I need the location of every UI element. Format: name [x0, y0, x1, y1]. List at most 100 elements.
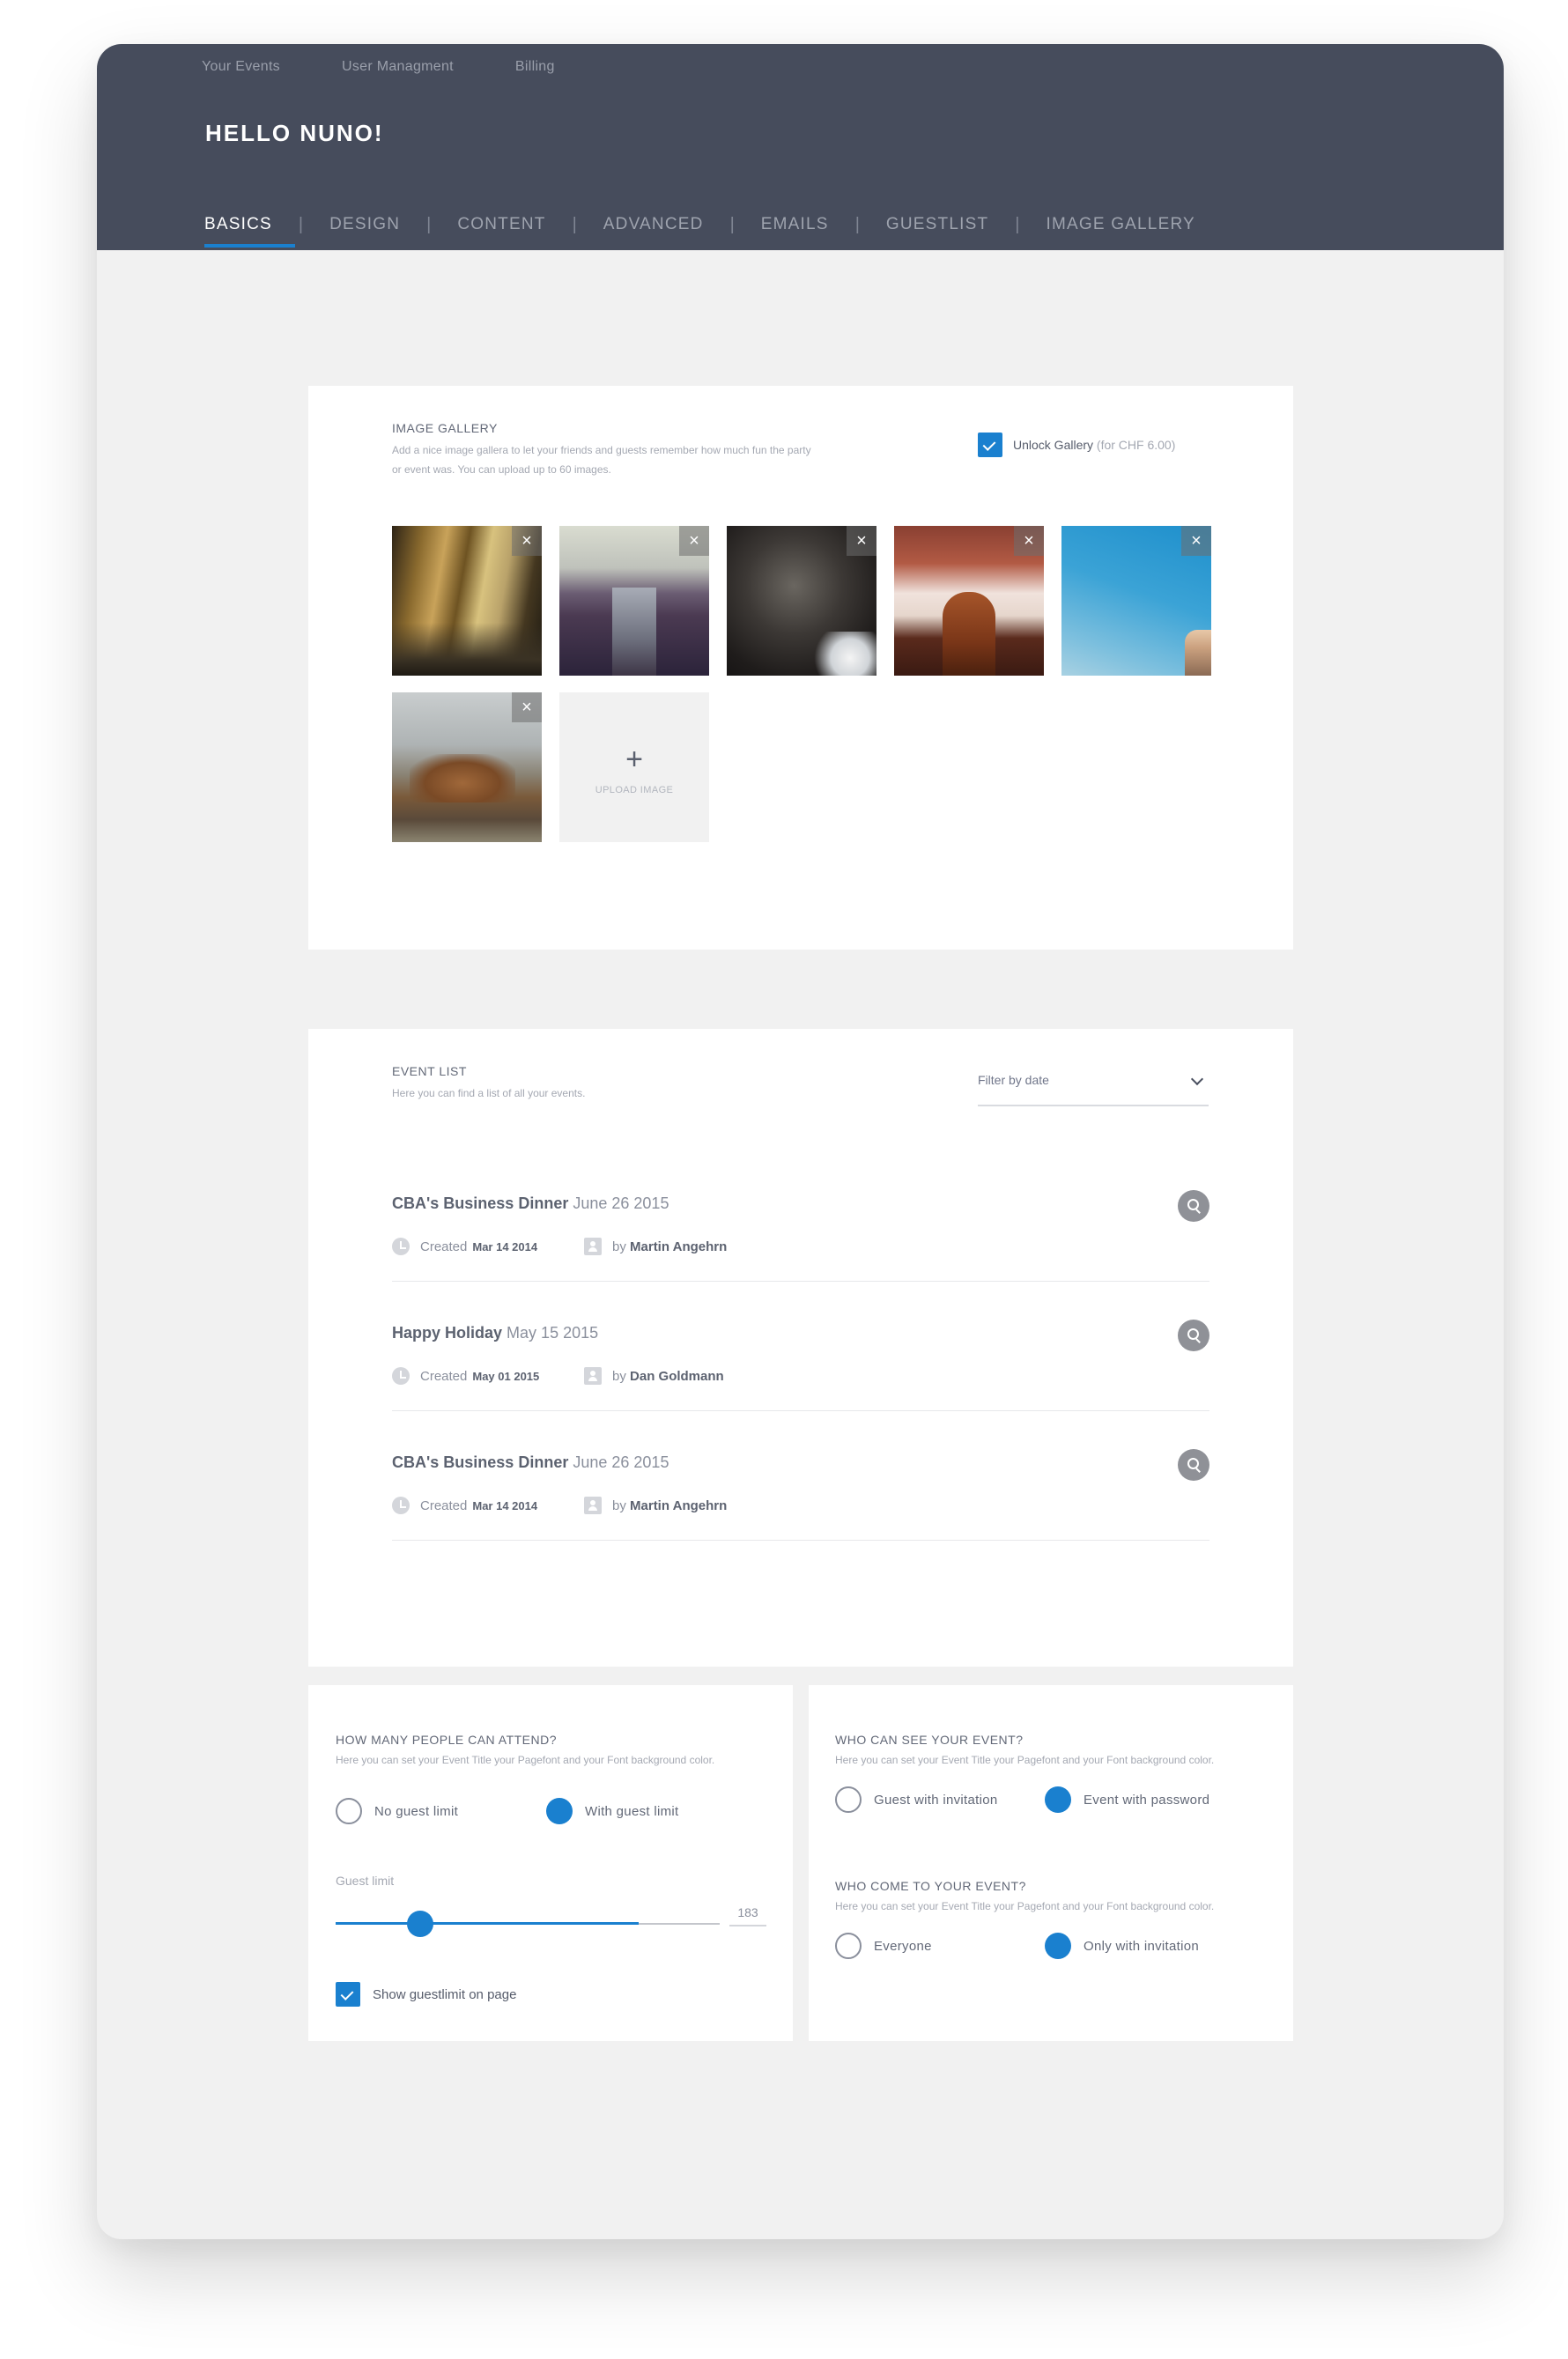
tab-separator: | — [729, 214, 735, 234]
guest-limit-value-input[interactable]: 183 — [729, 1905, 766, 1926]
visibility-card: WHO CAN SEE YOUR EVENT? Here you can set… — [809, 1685, 1293, 2041]
close-icon[interactable]: × — [847, 526, 876, 556]
filter-by-date-dropdown[interactable]: Filter by date — [978, 1069, 1209, 1106]
thumbnail-chair — [943, 592, 995, 676]
radio-label: Only with invitation — [1084, 1938, 1200, 1954]
guest-limit-slider-fill — [336, 1922, 639, 1925]
event-heading: CBA's Business Dinner June 26 2015 — [392, 1194, 669, 1213]
radio-label: No guest limit — [374, 1803, 459, 1819]
nav-billing[interactable]: Billing — [515, 59, 555, 75]
show-guestlimit-label: Show guestlimit on page — [373, 1986, 517, 2002]
thumbnail-woodpile — [410, 754, 515, 802]
radio-everyone[interactable]: Everyone — [835, 1933, 932, 1959]
tab-emails[interactable]: EMAILS — [761, 215, 829, 234]
nav-user-management[interactable]: User Managment — [342, 59, 454, 75]
created-date: Mar 14 2014 — [472, 1498, 538, 1512]
close-icon[interactable]: × — [1181, 526, 1211, 556]
gallery-thumbnail[interactable]: × — [392, 526, 542, 676]
event-heading: CBA's Business Dinner June 26 2015 — [392, 1453, 669, 1472]
radio-label: With guest limit — [585, 1803, 679, 1819]
gallery-description: Add a nice image gallera to let your fri… — [392, 444, 811, 476]
tab-image-gallery[interactable]: IMAGE GALLERY — [1046, 215, 1194, 234]
unlock-gallery-option[interactable]: Unlock Gallery (for CHF 6.00) — [978, 433, 1175, 457]
event-author: by Martin Angehrn — [584, 1238, 727, 1255]
close-icon[interactable]: × — [1014, 526, 1044, 556]
radio-circle[interactable] — [835, 1933, 862, 1959]
author-name: Martin Angehrn — [630, 1497, 728, 1513]
tab-guestlist[interactable]: GUESTLIST — [886, 215, 988, 234]
thumbnail-canal — [612, 588, 656, 676]
tab-separator: | — [572, 214, 577, 234]
event-created: Created May 01 2015 — [392, 1367, 539, 1385]
audience-description: Here you can set your Event Title your P… — [835, 1900, 1215, 1912]
guest-limit-slider-thumb[interactable] — [407, 1911, 433, 1937]
unlock-gallery-checkbox[interactable] — [978, 433, 1002, 457]
radio-guest-with-invitation[interactable]: Guest with invitation — [835, 1786, 998, 1813]
tab-design[interactable]: DESIGN — [329, 215, 400, 234]
show-guestlimit-option[interactable]: Show guestlimit on page — [336, 1982, 516, 2007]
unlock-gallery-label: Unlock Gallery — [1013, 438, 1094, 452]
thumbnail-person — [1185, 630, 1211, 676]
visibility-title: WHO CAN SEE YOUR EVENT? — [835, 1733, 1024, 1747]
by-prefix: by — [612, 1497, 626, 1513]
tab-basics[interactable]: BASICS — [204, 215, 295, 248]
header: Your Events User Managment Billing HELLO… — [97, 44, 1504, 250]
chevron-down-icon — [1190, 1072, 1204, 1086]
radio-label: Guest with invitation — [874, 1792, 998, 1808]
author-name: Martin Angehrn — [630, 1239, 728, 1254]
radio-circle[interactable] — [336, 1798, 362, 1824]
app-window: Your Events User Managment Billing HELLO… — [97, 44, 1504, 2239]
radio-circle[interactable] — [546, 1798, 573, 1824]
search-icon[interactable] — [1178, 1320, 1209, 1351]
radio-event-with-password[interactable]: Event with password — [1045, 1786, 1209, 1813]
upload-image-button[interactable]: + UPLOAD IMAGE — [559, 692, 709, 842]
radio-circle[interactable] — [1045, 1786, 1071, 1813]
by-prefix: by — [612, 1368, 626, 1384]
show-guestlimit-checkbox[interactable] — [336, 1982, 360, 2007]
nav-your-events[interactable]: Your Events — [202, 59, 280, 75]
event-list-item[interactable]: CBA's Business Dinner June 26 2015 Creat… — [392, 1152, 1209, 1282]
event-list-item[interactable]: CBA's Business Dinner June 26 2015 Creat… — [392, 1411, 1209, 1541]
by-prefix: by — [612, 1239, 626, 1254]
gallery-title: IMAGE GALLERY — [392, 421, 498, 435]
thumbnail-shading — [392, 623, 542, 676]
created-date: May 01 2015 — [472, 1369, 540, 1383]
radio-circle[interactable] — [1045, 1933, 1071, 1959]
event-heading: Happy Holiday May 15 2015 — [392, 1324, 598, 1342]
event-date: June 26 2015 — [573, 1453, 669, 1471]
gallery-thumbnail[interactable]: × — [392, 692, 542, 842]
event-name: CBA's Business Dinner — [392, 1194, 569, 1212]
close-icon[interactable]: × — [512, 526, 542, 556]
image-gallery-card: IMAGE GALLERY Add a nice image gallera t… — [308, 386, 1293, 950]
event-author: by Martin Angehrn — [584, 1497, 727, 1514]
event-list-title: EVENT LIST — [392, 1064, 467, 1078]
radio-only-with-invitation[interactable]: Only with invitation — [1045, 1933, 1199, 1959]
attendance-card: HOW MANY PEOPLE CAN ATTEND? Here you can… — [308, 1685, 793, 2041]
event-created: Created Mar 14 2014 — [392, 1497, 537, 1514]
event-list-description: Here you can find a list of all your eve… — [392, 1087, 586, 1099]
radio-circle[interactable] — [835, 1786, 862, 1813]
audience-title: WHO COME TO YOUR EVENT? — [835, 1879, 1026, 1893]
close-icon[interactable]: × — [512, 692, 542, 722]
event-list-item[interactable]: Happy Holiday May 15 2015 Created May 01 … — [392, 1282, 1209, 1411]
attendance-description: Here you can set your Event Title your P… — [336, 1754, 715, 1766]
gallery-thumbnail[interactable]: × — [1061, 526, 1211, 676]
gallery-thumbnail[interactable]: × — [559, 526, 709, 676]
filter-label: Filter by date — [978, 1073, 1049, 1087]
thumbnail-wave — [810, 632, 876, 676]
visibility-description: Here you can set your Event Title your P… — [835, 1754, 1215, 1766]
guest-limit-label: Guest limit — [336, 1874, 395, 1888]
tab-advanced[interactable]: ADVANCED — [603, 215, 704, 234]
gallery-thumbnail[interactable]: × — [894, 526, 1044, 676]
close-icon[interactable]: × — [679, 526, 709, 556]
gallery-thumbnail[interactable]: × — [727, 526, 876, 676]
radio-no-guest-limit[interactable]: No guest limit — [336, 1798, 458, 1824]
created-prefix: Created — [420, 1239, 468, 1254]
tab-separator: | — [298, 214, 304, 234]
radio-with-guest-limit[interactable]: With guest limit — [546, 1798, 679, 1824]
tab-separator: | — [1015, 214, 1020, 234]
event-author: by Dan Goldmann — [584, 1367, 724, 1385]
tab-content[interactable]: CONTENT — [457, 215, 545, 234]
search-icon[interactable] — [1178, 1190, 1209, 1222]
search-icon[interactable] — [1178, 1449, 1209, 1481]
